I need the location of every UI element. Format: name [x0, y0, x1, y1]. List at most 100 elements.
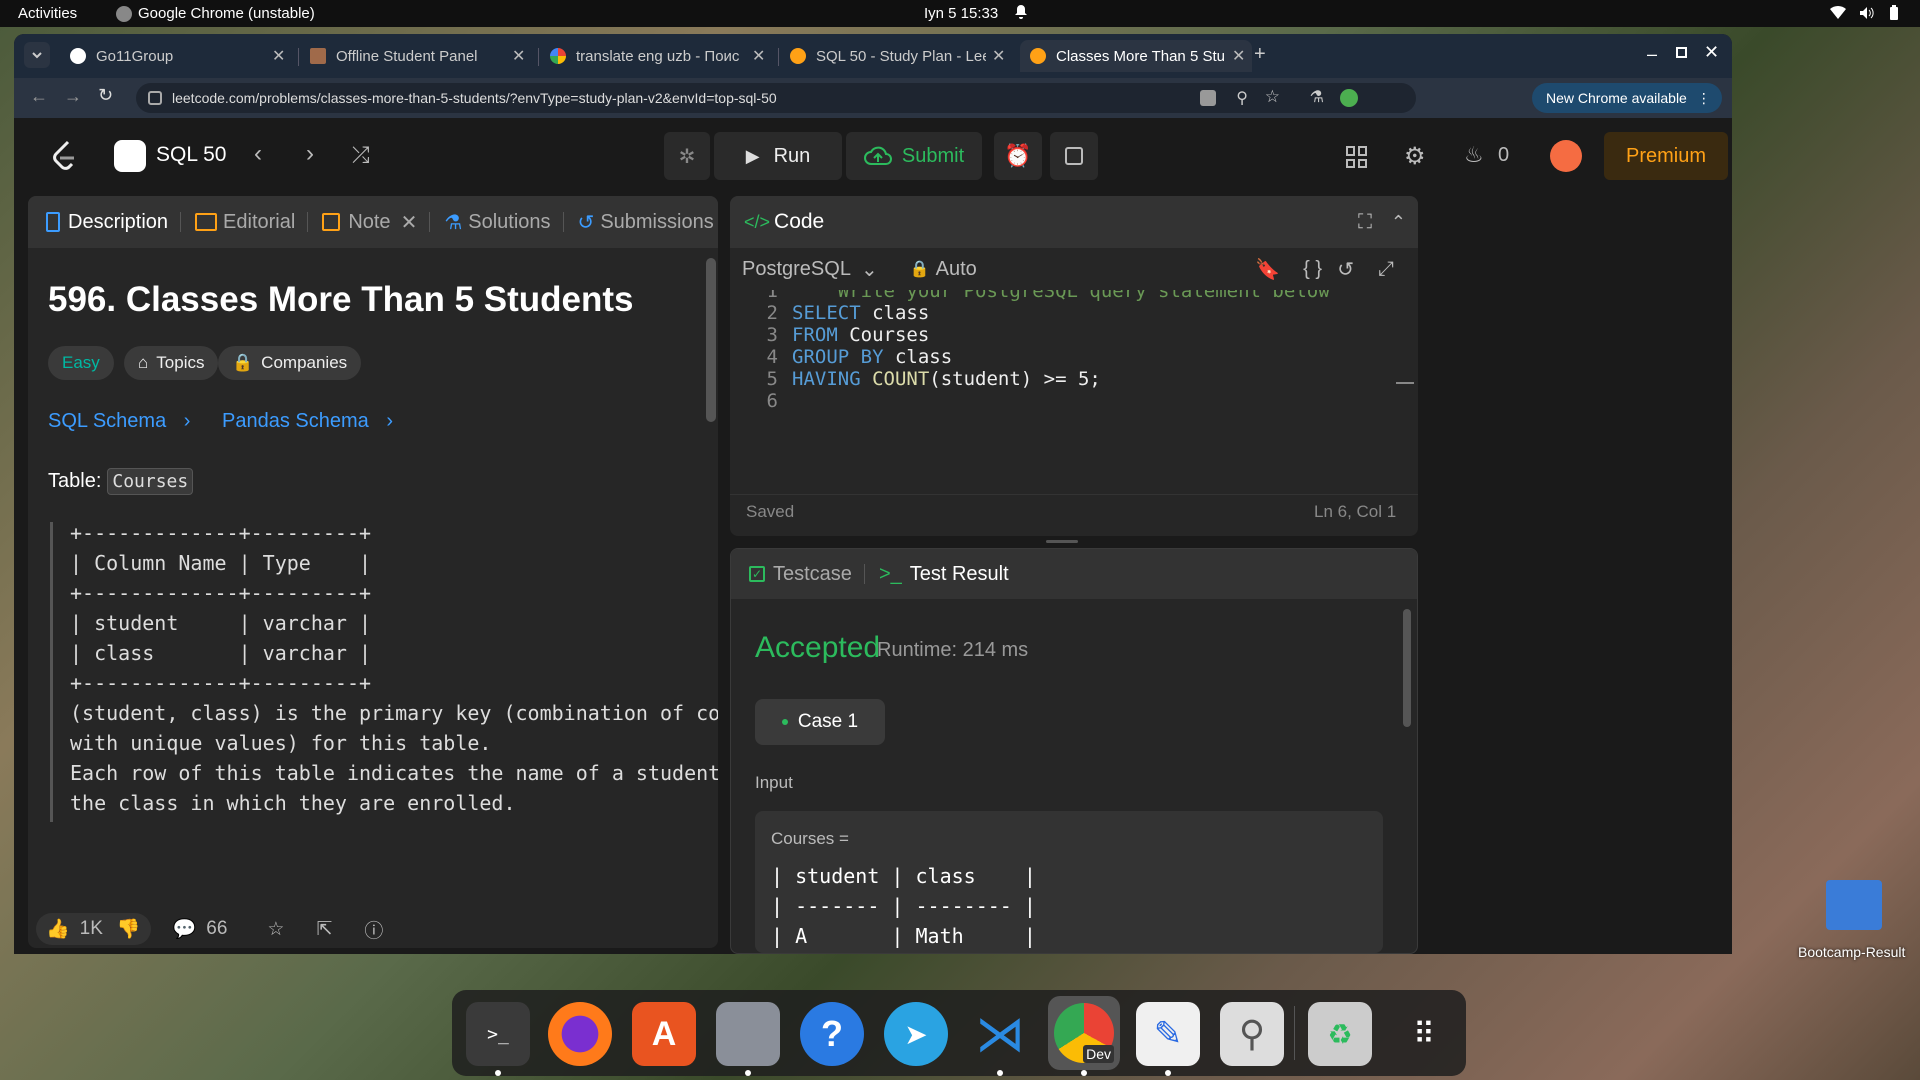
tab-submissions[interactable]: ↺ Submissions	[578, 210, 714, 235]
submit-button[interactable]: Submit	[846, 132, 982, 180]
like-button[interactable]: 👍 1K 👎	[36, 913, 151, 945]
input-box: Courses = | student | class | | ------- |…	[755, 811, 1383, 953]
favorite-star-icon[interactable]: ☆	[267, 918, 284, 941]
language-select[interactable]: PostgreSQL	[742, 258, 851, 281]
schema-line: +-------------+---------+	[70, 581, 372, 605]
text-editor-icon[interactable]: ✎	[1136, 1002, 1200, 1066]
topics-button[interactable]: ⌂ Topics	[124, 346, 219, 380]
help-icon[interactable]: ?	[800, 1002, 864, 1066]
maximize-button[interactable]	[1676, 47, 1687, 58]
vscode-icon[interactable]: ⋊	[968, 1002, 1032, 1066]
activities-button[interactable]: Activities	[18, 5, 77, 22]
notes-button[interactable]	[1050, 132, 1098, 180]
prev-problem-icon[interactable]: ‹	[254, 140, 262, 168]
result-scrollbar[interactable]	[1403, 601, 1411, 951]
back-icon[interactable]: ←	[30, 86, 48, 107]
debug-button[interactable]: ✲	[664, 132, 710, 180]
description-line: with unique values) for this table.	[70, 731, 492, 755]
study-plan-title[interactable]: SQL 50	[156, 143, 226, 167]
avatar[interactable]	[1550, 140, 1582, 172]
bookmark-star-icon[interactable]: ☆	[1265, 87, 1280, 107]
browser-tab[interactable]: Go11Group ✕	[60, 40, 296, 72]
update-chrome-button[interactable]: New Chrome available ⋮	[1532, 83, 1722, 113]
browser-tab[interactable]: SQL 50 - Study Plan - Lee ✕	[780, 40, 1016, 72]
layout-grid-icon[interactable]	[1346, 146, 1368, 168]
run-button[interactable]: ▶ Run	[714, 132, 842, 180]
mode-label[interactable]: Auto	[936, 258, 977, 281]
url-input[interactable]: leetcode.com/problems/classes-more-than-…	[136, 83, 1416, 113]
comments-button[interactable]: 💬 66	[173, 917, 228, 941]
browser-tab-active[interactable]: Classes More Than 5 Stu ✕	[1020, 40, 1252, 72]
terminal-icon[interactable]: >_	[466, 1002, 530, 1066]
browser-tab[interactable]: Offline Student Panel ✕	[300, 40, 536, 72]
show-apps-icon[interactable]: ⠿	[1392, 1002, 1456, 1066]
labs-flask-icon[interactable]: ⚗	[1310, 87, 1324, 107]
folder-icon[interactable]	[1826, 880, 1882, 930]
wifi-icon[interactable]	[1830, 5, 1846, 19]
companies-button[interactable]: 🔒 Companies	[218, 346, 362, 380]
case-1-button[interactable]: Case 1	[755, 699, 885, 745]
new-tab-button[interactable]: +	[1254, 43, 1266, 66]
zoom-icon[interactable]: ⚲	[1236, 88, 1248, 108]
close-window-button[interactable]: ✕	[1704, 42, 1719, 63]
tab-editorial-label: Editorial	[223, 210, 296, 233]
shuffle-icon[interactable]: ⤮	[352, 142, 370, 168]
tab-search-icon[interactable]	[24, 42, 50, 68]
pandas-schema-link[interactable]: Pandas Schema ›	[222, 410, 393, 433]
close-tab-icon[interactable]: ✕	[992, 46, 1005, 66]
tab-editorial[interactable]: Editorial	[195, 211, 295, 234]
profile-icon[interactable]	[1340, 89, 1358, 107]
help-icon[interactable]: ⓘ	[364, 916, 383, 943]
share-icon[interactable]: ⇱	[316, 918, 332, 941]
site-info-icon[interactable]	[148, 91, 162, 105]
timer-button[interactable]: ⏰	[994, 132, 1042, 180]
close-tab-icon[interactable]: ✕	[1232, 46, 1245, 66]
leetcode-logo-icon[interactable]	[50, 140, 78, 172]
thumbs-down-icon[interactable]: 👎	[117, 917, 141, 941]
settings-gear-icon[interactable]: ⚙	[1404, 142, 1426, 171]
premium-button[interactable]: Premium	[1604, 132, 1728, 180]
expand-icon[interactable]: ⤢	[1378, 258, 1394, 281]
panel-resize-handle[interactable]	[1046, 540, 1078, 543]
streak-fire-icon[interactable]: ♨	[1464, 142, 1484, 168]
translate-icon[interactable]	[1200, 90, 1216, 106]
browser-tab[interactable]: translate eng uzb - Поис ✕	[540, 40, 776, 72]
chrome-dev-icon[interactable]: Dev	[1048, 996, 1120, 1070]
firefox-icon[interactable]	[548, 1002, 612, 1066]
files-icon[interactable]	[716, 1002, 780, 1066]
app-center-icon[interactable]: A	[632, 1002, 696, 1066]
tab-description[interactable]: Description	[46, 211, 168, 234]
problem-title[interactable]: 596. Classes More Than 5 Students	[48, 280, 633, 320]
format-braces-icon[interactable]: { }	[1303, 258, 1322, 281]
code-editor[interactable]: 1 Write your PostgreSQL query statement …	[730, 290, 1406, 476]
reset-icon[interactable]: ↺	[1337, 257, 1354, 282]
close-note-icon[interactable]: ✕	[401, 210, 418, 235]
sql-schema-link[interactable]: SQL Schema ›	[48, 410, 190, 433]
tab-testcase[interactable]: ✓ Testcase	[749, 563, 852, 586]
close-tab-icon[interactable]: ✕	[752, 46, 765, 66]
bookmark-icon[interactable]: 🔖	[1255, 257, 1280, 282]
telegram-icon[interactable]: ➤	[884, 1002, 948, 1066]
minimize-button[interactable]: –	[1647, 44, 1657, 65]
close-tab-icon[interactable]: ✕	[512, 46, 525, 66]
close-tab-icon[interactable]: ✕	[272, 46, 285, 66]
document-viewer-icon[interactable]: ⚲	[1220, 1002, 1284, 1066]
tab-solutions[interactable]: ⚗ Solutions	[444, 210, 550, 235]
sql50-plan-icon[interactable]	[114, 140, 146, 172]
trash-icon[interactable]: ♻	[1308, 1002, 1372, 1066]
tab-test-result[interactable]: >_ Test Result	[879, 563, 1009, 586]
clock[interactable]: Iyn 5 15:33	[924, 5, 998, 22]
forward-icon[interactable]: →	[64, 86, 82, 107]
scrollbar[interactable]	[706, 250, 716, 910]
more-menu-icon[interactable]: ⋮	[1697, 90, 1711, 107]
volume-icon[interactable]	[1858, 5, 1874, 21]
reload-icon[interactable]: ↻	[98, 85, 113, 106]
fullscreen-icon[interactable]: ⛶	[1358, 211, 1372, 234]
app-menu[interactable]: Google Chrome (unstable)	[116, 5, 315, 22]
battery-icon[interactable]	[1889, 5, 1899, 21]
tab-note[interactable]: Note ✕	[322, 210, 417, 235]
desktop-folder-label[interactable]: Bootcamp-Result	[1798, 944, 1905, 960]
chevron-down-icon[interactable]: ⌄	[861, 257, 878, 282]
next-problem-icon[interactable]: ›	[306, 140, 314, 168]
collapse-chevron-icon[interactable]: ⌃	[1391, 212, 1406, 233]
